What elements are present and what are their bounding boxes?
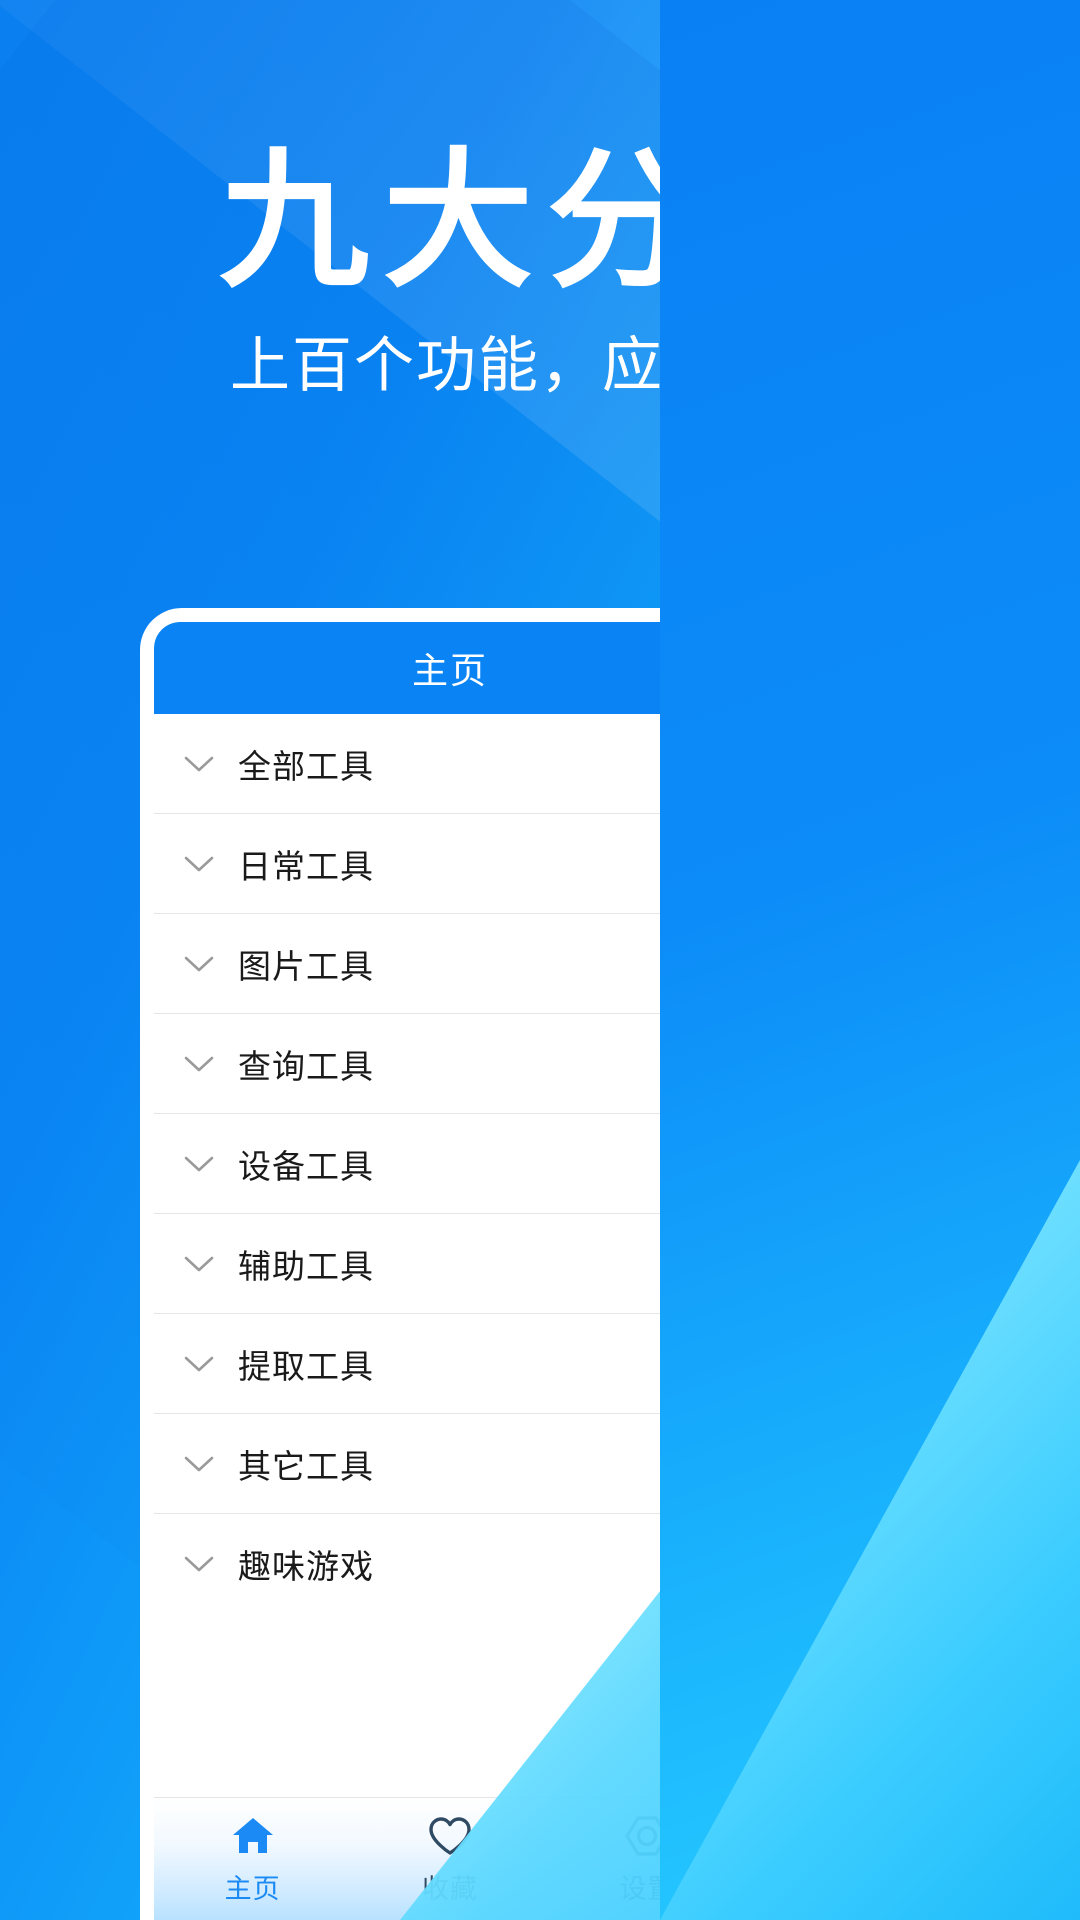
tab-favorites[interactable]: 收藏 <box>351 1798 548 1920</box>
list-item-label: 辅助工具 <box>238 1247 374 1285</box>
screen: 九大分类 上百个功能，应有尽有 主页 全部工具 日常工具 图片工具 查询工具 设… <box>0 0 1080 1920</box>
list-item[interactable]: 提取工具 <box>154 1314 746 1414</box>
hero-section: 九大分类 上百个功能，应有尽有 <box>0 0 1080 402</box>
app-header: 主页 <box>154 622 746 714</box>
heart-icon <box>427 1813 473 1859</box>
list-item-label: 提取工具 <box>238 1347 374 1385</box>
chevron-down-icon <box>180 1445 218 1483</box>
phone-mockup-card: 主页 全部工具 日常工具 图片工具 查询工具 设备工具 辅助工具 提取工具 其它… <box>140 608 760 1920</box>
home-icon <box>231 1813 275 1859</box>
list-item[interactable]: 图片工具 <box>154 914 746 1014</box>
bottom-tab-bar: 主页 收藏 设置 <box>154 1797 746 1920</box>
list-item[interactable]: 设备工具 <box>154 1114 746 1214</box>
phone-screen: 主页 全部工具 日常工具 图片工具 查询工具 设备工具 辅助工具 提取工具 其它… <box>154 622 746 1920</box>
list-item-label: 日常工具 <box>238 847 374 885</box>
chevron-down-icon <box>180 945 218 983</box>
list-item[interactable]: 趣味游戏 <box>154 1514 746 1614</box>
tab-label: 主页 <box>224 1873 281 1904</box>
chevron-down-icon <box>180 745 218 783</box>
settings-icon <box>624 1813 670 1859</box>
tab-label: 收藏 <box>421 1873 478 1904</box>
search-icon[interactable] <box>664 640 720 696</box>
chevron-down-icon <box>180 1245 218 1283</box>
list-empty-area <box>154 1705 746 1797</box>
list-item-label: 图片工具 <box>238 947 374 985</box>
list-item[interactable]: 查询工具 <box>154 1014 746 1114</box>
list-item-label: 其它工具 <box>238 1447 374 1485</box>
tab-settings[interactable]: 设置 <box>549 1798 746 1920</box>
list-item[interactable]: 全部工具 <box>154 714 746 814</box>
page-title: 主页 <box>411 650 488 691</box>
list-item-label: 趣味游戏 <box>238 1548 374 1585</box>
list-item-label: 全部工具 <box>238 747 374 785</box>
list-item-label: 设备工具 <box>238 1147 374 1185</box>
tab-home[interactable]: 主页 <box>154 1798 351 1920</box>
chevron-down-icon <box>180 1545 218 1583</box>
chevron-down-icon <box>180 1045 218 1083</box>
chevron-down-icon <box>180 1145 218 1183</box>
list-item-label: 查询工具 <box>238 1047 374 1085</box>
chevron-down-icon <box>180 1345 218 1383</box>
tool-category-list: 全部工具 日常工具 图片工具 查询工具 设备工具 辅助工具 提取工具 其它工具 … <box>154 714 746 1706</box>
hero-title: 九大分类 <box>218 137 875 305</box>
list-item[interactable]: 日常工具 <box>154 814 746 914</box>
chevron-down-icon <box>180 845 218 883</box>
list-item[interactable]: 其它工具 <box>154 1414 746 1514</box>
tab-label: 设置 <box>619 1873 676 1904</box>
hero-subtitle: 上百个功能，应有尽有 <box>230 332 850 399</box>
list-item[interactable]: 辅助工具 <box>154 1214 746 1314</box>
